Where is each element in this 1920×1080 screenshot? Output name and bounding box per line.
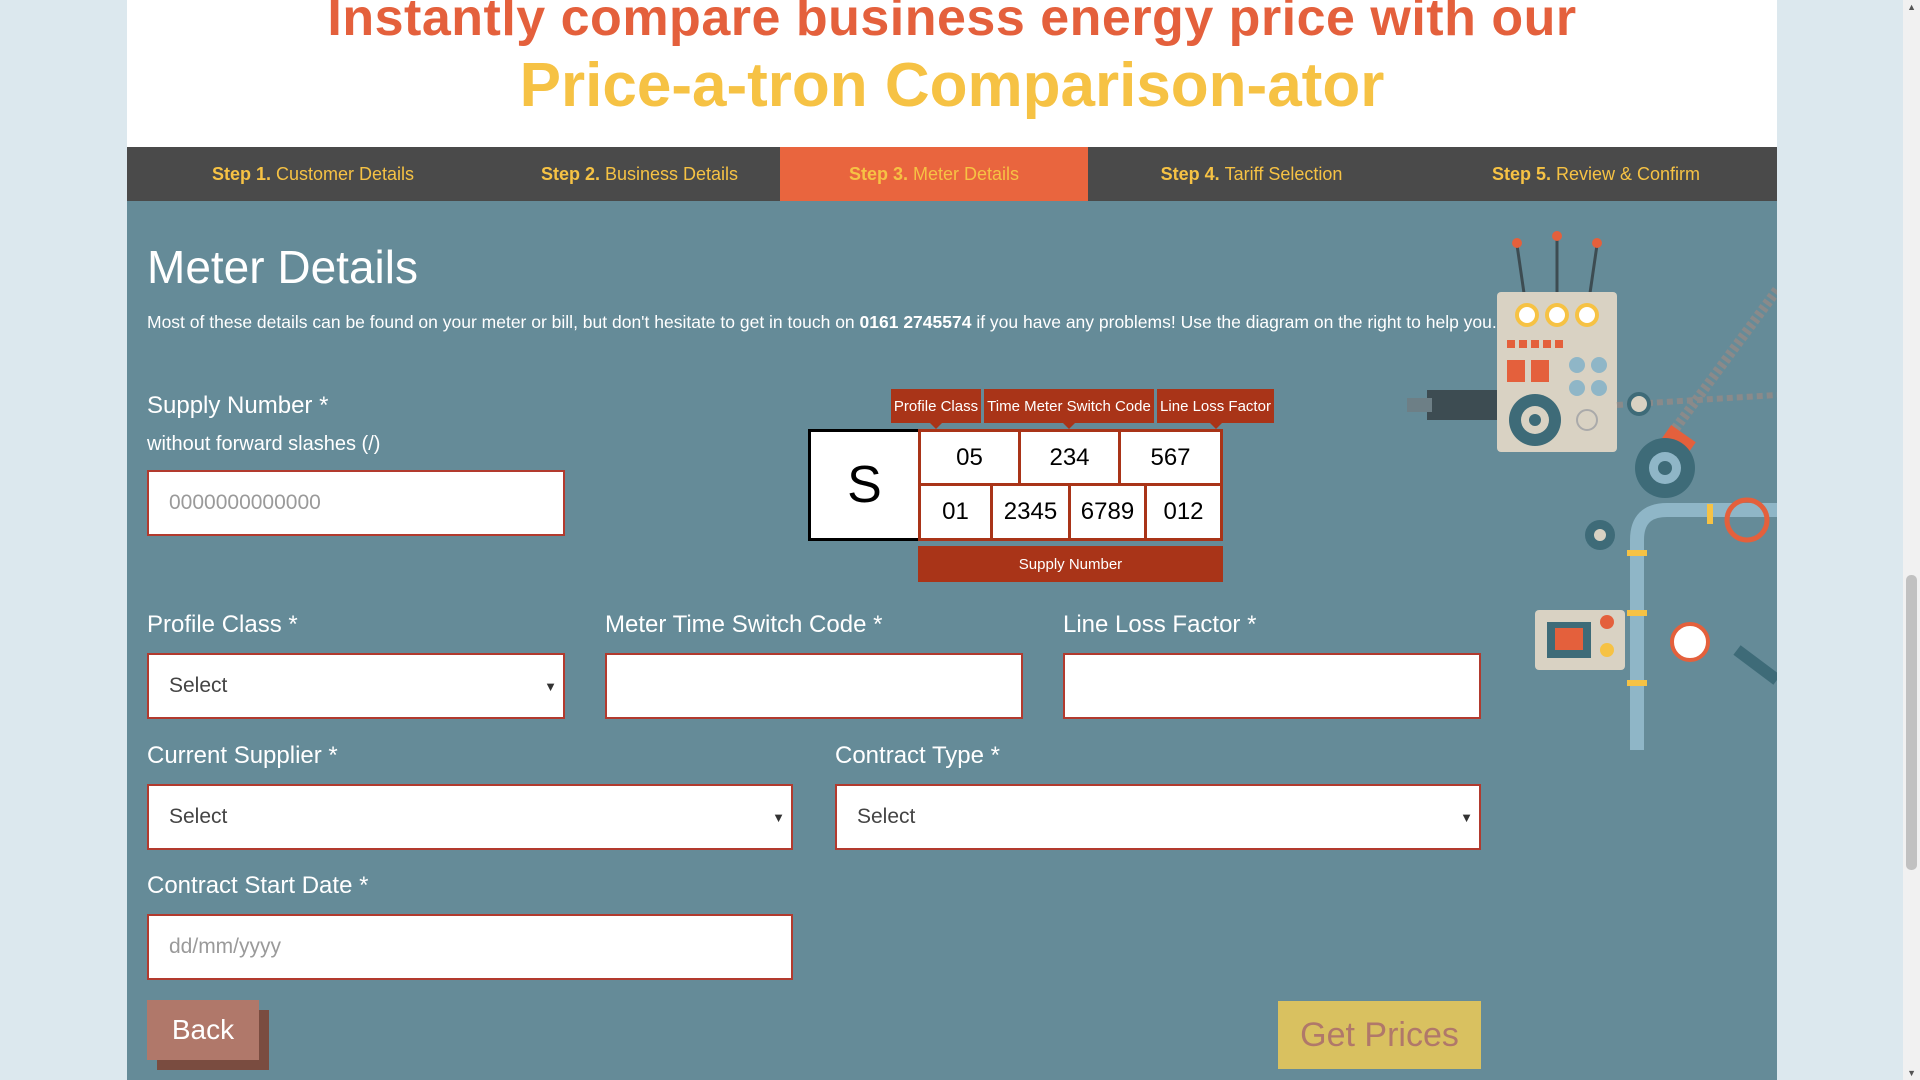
diagram-tag-mtsc: Time Meter Switch Code xyxy=(984,389,1154,429)
diagram-cell-distributor: 01 xyxy=(918,483,993,541)
supply-number-label: Supply Number * xyxy=(147,392,329,419)
step-number: Step 1. xyxy=(211,163,271,184)
supply-number-placeholder: 0000000000000 xyxy=(169,491,321,514)
diagram-supply-number-bar: Supply Number xyxy=(918,546,1223,582)
current-supplier-value: Select xyxy=(169,805,228,828)
step-meter-details[interactable]: Step 3. Meter Details xyxy=(780,147,1088,201)
current-supplier-label: Current Supplier * xyxy=(147,742,338,769)
step-label: Review & Confirm xyxy=(1555,163,1701,184)
contract-type-label: Contract Type * xyxy=(835,742,1000,769)
step-tariff-selection[interactable]: Step 4. Tariff Selection xyxy=(1088,147,1415,201)
step-label: Business Details xyxy=(604,163,739,184)
dropdown-arrow-icon: ▼ xyxy=(772,810,785,825)
current-supplier-select[interactable]: Select ▼ xyxy=(147,784,793,850)
step-review-confirm[interactable]: Step 5. Review & Confirm xyxy=(1415,147,1777,201)
scrollbar-thumb[interactable] xyxy=(1906,575,1917,870)
get-prices-button[interactable]: Get Prices xyxy=(1278,1001,1481,1069)
contract-type-select[interactable]: Select ▼ xyxy=(835,784,1481,850)
contract-start-date-placeholder: dd/mm/yyyy xyxy=(169,935,282,958)
step-number: Step 3. xyxy=(848,163,908,184)
robot-machine-illustration xyxy=(1407,231,1777,750)
hero-header: Instantly compare business energy price … xyxy=(127,0,1777,147)
step-number: Step 2. xyxy=(540,163,600,184)
back-button[interactable]: Back xyxy=(147,1000,259,1060)
hero-product-name: Price-a-tron Comparison-ator xyxy=(519,51,1385,120)
hero-headline: Instantly compare business energy price … xyxy=(327,0,1577,47)
page-title: Meter Details xyxy=(147,241,418,293)
diagram-cell-unique-1: 2345 xyxy=(990,483,1071,541)
diagram-tag-profile-class: Profile Class xyxy=(891,389,981,429)
supply-number-hint: without forward slashes (/) xyxy=(147,433,381,455)
scroll-down-arrow-icon[interactable]: ▼ xyxy=(1907,1068,1916,1078)
diagram-cell-profile: 05 xyxy=(918,429,1021,486)
profile-class-select[interactable]: Select ▼ xyxy=(147,653,565,719)
llf-label: Line Loss Factor * xyxy=(1063,611,1257,638)
diagram-cell-llf: 567 xyxy=(1118,429,1223,486)
step-number: Step 4. xyxy=(1160,163,1220,184)
diagram-cell-check: 012 xyxy=(1144,483,1223,541)
diagram-tag-llf: Line Loss Factor xyxy=(1157,389,1274,429)
contract-type-value: Select xyxy=(857,805,916,828)
step-label: Customer Details xyxy=(275,163,415,184)
intro-text-start: Most of these details can be found on yo… xyxy=(147,312,860,332)
contract-start-date-input[interactable]: dd/mm/yyyy xyxy=(147,914,793,980)
diagram-cell-mtsc: 234 xyxy=(1018,429,1121,486)
supply-number-input[interactable]: 0000000000000 xyxy=(147,470,565,536)
diagram-s-box: S xyxy=(808,429,921,541)
step-business-details[interactable]: Step 2. Business Details xyxy=(499,147,780,201)
step-progress-bar: Step 1. Customer Details Step 2. Business … xyxy=(127,147,1777,201)
step-customer-details[interactable]: Step 1. Customer Details xyxy=(127,147,499,201)
step-number: Step 5. xyxy=(1491,163,1551,184)
step-label: Tariff Selection xyxy=(1224,163,1343,184)
comparison-page: Instantly compare business energy price … xyxy=(127,0,1777,1080)
dropdown-arrow-icon: ▼ xyxy=(1460,810,1473,825)
mtsc-label: Meter Time Switch Code * xyxy=(605,611,883,638)
dropdown-arrow-icon: ▼ xyxy=(544,679,557,694)
intro-text: Most of these details can be found on yo… xyxy=(147,309,1517,336)
profile-class-label: Profile Class * xyxy=(147,611,298,638)
mtsc-input[interactable] xyxy=(605,653,1023,719)
diagram-cell-unique-2: 6789 xyxy=(1068,483,1147,541)
profile-class-value: Select xyxy=(169,674,228,697)
vertical-scrollbar[interactable]: ▲ ▼ xyxy=(1903,0,1920,1080)
contract-start-date-label: Contract Start Date * xyxy=(147,872,369,899)
step-label: Meter Details xyxy=(913,163,1020,184)
phone-number: 0161 2745574 xyxy=(859,312,972,332)
scroll-up-arrow-icon[interactable]: ▲ xyxy=(1907,2,1916,12)
